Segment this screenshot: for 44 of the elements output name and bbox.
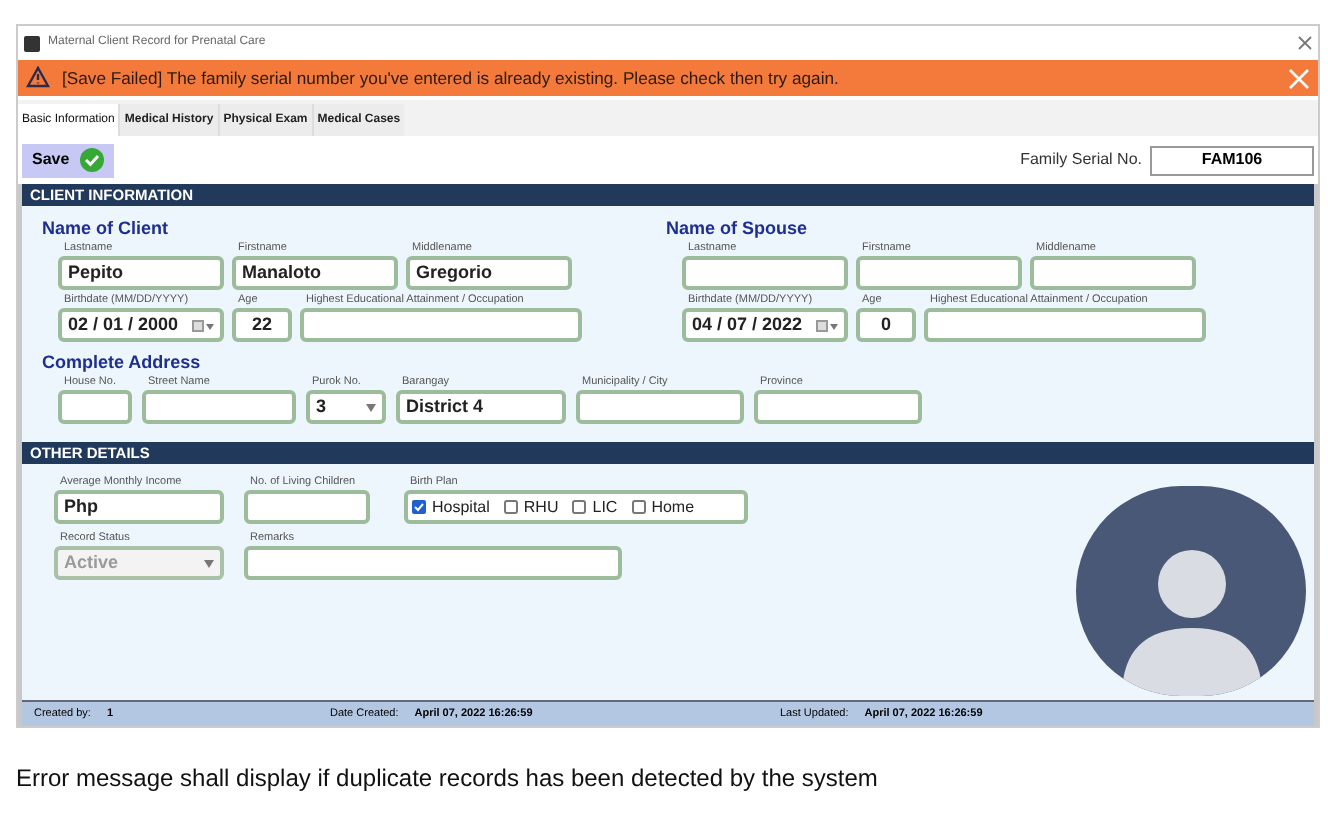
- checkbox[interactable]: [503, 500, 518, 514]
- dropdown-caret-icon: [366, 403, 376, 411]
- calendar-dropdown-icon: [192, 319, 214, 331]
- checkbox-option[interactable]: RHU: [503, 495, 559, 519]
- input-field[interactable]: FAM106: [1150, 145, 1314, 175]
- input-field[interactable]: 22: [232, 308, 292, 342]
- input-field[interactable]: [300, 308, 582, 342]
- checkbox-option[interactable]: Home: [631, 495, 695, 519]
- input-field[interactable]: Gregorio: [406, 256, 572, 290]
- caption-text: Error message shall display if duplicate records has been detected by the system: [16, 762, 878, 796]
- input-field[interactable]: [58, 390, 132, 424]
- save-button[interactable]: Save: [22, 143, 114, 177]
- input-field[interactable]: [1030, 256, 1196, 290]
- app-icon: [24, 35, 40, 51]
- input-field[interactable]: [682, 256, 848, 290]
- checkbox[interactable]: [572, 500, 587, 514]
- input-field[interactable]: [244, 546, 622, 580]
- input-field[interactable]: Php: [54, 490, 224, 524]
- input-field[interactable]: [754, 390, 922, 424]
- checkbox[interactable]: [631, 500, 646, 514]
- group-heading: Complete Address: [42, 350, 203, 374]
- group-heading: Name of Client: [42, 216, 171, 240]
- group-heading: Name of Spouse: [666, 216, 810, 240]
- check-icon: [79, 148, 104, 172]
- input-field[interactable]: Manaloto: [232, 256, 398, 290]
- input-field[interactable]: [244, 490, 370, 524]
- dropdown[interactable]: 3: [306, 390, 386, 424]
- input-field[interactable]: [856, 256, 1022, 290]
- input-field[interactable]: 0: [856, 308, 916, 342]
- input-field[interactable]: District 4: [396, 390, 566, 424]
- checkbox-option[interactable]: Hospital: [412, 495, 490, 519]
- input-field[interactable]: [576, 390, 744, 424]
- error-message: [Save Failed] The family serial number you've entered is already existing. Please check then try again.: [62, 65, 839, 91]
- date-picker[interactable]: 02 / 01 / 2000: [58, 308, 224, 342]
- input-field[interactable]: [142, 390, 296, 424]
- input-field[interactable]: Pepito: [58, 256, 224, 290]
- checkbox-option[interactable]: LIC: [572, 495, 618, 519]
- field-label: Family Serial No.: [1020, 148, 1142, 172]
- dropdown-caret-icon: [204, 559, 214, 567]
- date-picker[interactable]: 04 / 07 / 2022: [682, 308, 848, 342]
- calendar-dropdown-icon: [816, 319, 838, 331]
- input-field[interactable]: [924, 308, 1206, 342]
- close-icon[interactable]: [1298, 36, 1312, 50]
- warning-icon: [26, 66, 50, 89]
